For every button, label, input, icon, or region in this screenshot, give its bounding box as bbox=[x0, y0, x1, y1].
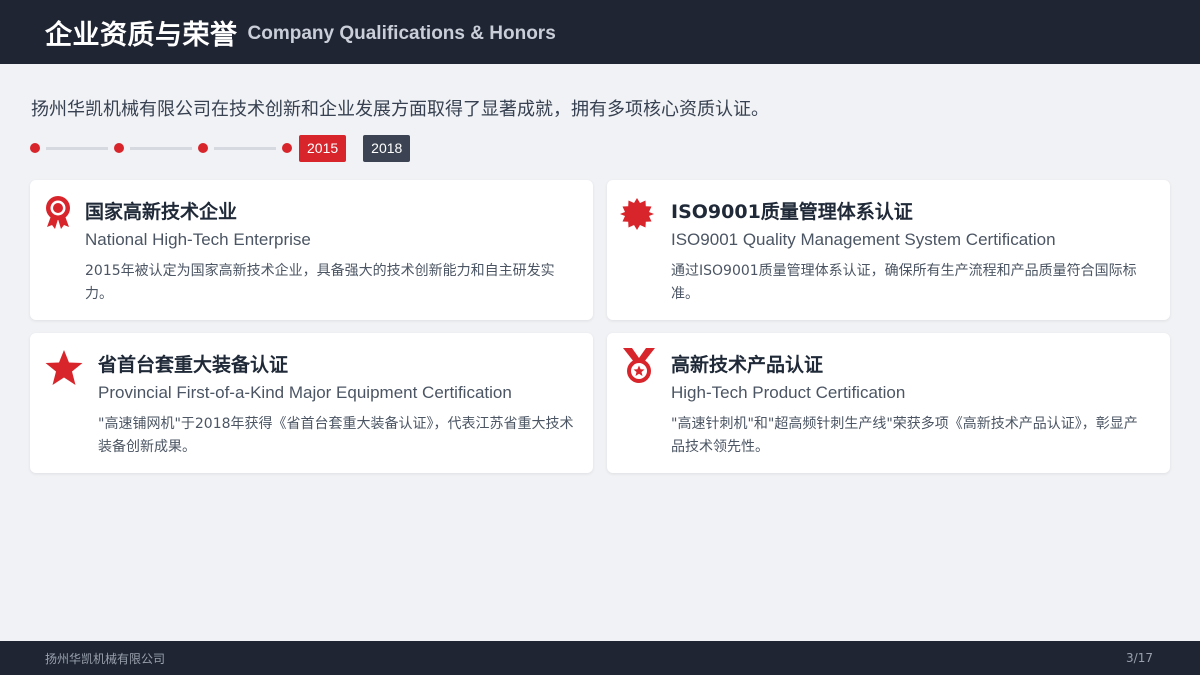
card-description: 2015年被认定为国家高新技术企业，具备强大的技术创新能力和自主研发实力。 bbox=[85, 263, 555, 302]
intro-text: 扬州华凯机械有限公司在技术创新和企业发展方面取得了显著成就，拥有多项核心资质认证… bbox=[31, 99, 769, 120]
page-title: 企业资质与荣誉 bbox=[45, 19, 238, 51]
timeline-line bbox=[46, 146, 108, 150]
footer-company: 扬州华凯机械有限公司 bbox=[45, 651, 166, 666]
year-2015-tag[interactable]: 2015 bbox=[299, 134, 347, 162]
card-title: ISO9001质量管理体系认证 bbox=[671, 201, 913, 223]
card-title: 高新技术产品认证 bbox=[671, 354, 824, 376]
card-title: 省首台套重大装备认证 bbox=[98, 354, 289, 376]
qualification-card-hightech-product: 高新技术产品认证 High-Tech Product Certification… bbox=[607, 333, 1170, 473]
card-subtitle: Provincial First-of-a-Kind Major Equipme… bbox=[98, 383, 512, 402]
timeline-line bbox=[130, 146, 192, 150]
timeline: 2015 2018 bbox=[30, 134, 411, 162]
timeline-dot bbox=[282, 143, 292, 153]
card-description: 通过ISO9001质量管理体系认证，确保所有生产流程和产品质量符合国际标准。 bbox=[671, 263, 1137, 302]
page-number: 3/17 bbox=[1126, 651, 1153, 665]
card-description: "高速铺网机"于2018年获得《省首台套重大装备认证》，代表江苏省重大技术装备创… bbox=[98, 416, 574, 455]
timeline-line bbox=[214, 146, 276, 150]
card-title: 国家高新技术企业 bbox=[85, 201, 238, 223]
star-icon bbox=[44, 349, 84, 387]
medal-icon bbox=[621, 347, 657, 385]
timeline-dot bbox=[30, 143, 40, 153]
qualification-card-hightech-enterprise: 国家高新技术企业 National High-Tech Enterprise 2… bbox=[30, 180, 593, 320]
qualification-card-first-major-equipment: 省首台套重大装备认证 Provincial First-of-a-Kind Ma… bbox=[30, 333, 593, 473]
page-subtitle: Company Qualifications & Honors bbox=[247, 23, 556, 44]
timeline-dot bbox=[198, 143, 208, 153]
certificate-seal-icon bbox=[620, 197, 654, 231]
card-subtitle: National High-Tech Enterprise bbox=[85, 230, 311, 249]
award-ribbon-icon bbox=[43, 195, 73, 231]
qualification-card-iso9001: ISO9001质量管理体系认证 ISO9001 Quality Manageme… bbox=[607, 180, 1170, 320]
footer-bar: 扬州华凯机械有限公司 3/17 bbox=[0, 641, 1200, 675]
card-description: "高速针刺机"和"超高频针刺生产线"荣获多项《高新技术产品认证》，彰显产品技术领… bbox=[671, 416, 1138, 455]
header-bar: 企业资质与荣誉 Company Qualifications & Honors bbox=[0, 0, 1200, 64]
card-subtitle: ISO9001 Quality Management System Certif… bbox=[671, 230, 1056, 249]
year-2018-tag[interactable]: 2018 bbox=[363, 134, 411, 162]
card-subtitle: High-Tech Product Certification bbox=[671, 383, 906, 402]
timeline-dot bbox=[114, 143, 124, 153]
